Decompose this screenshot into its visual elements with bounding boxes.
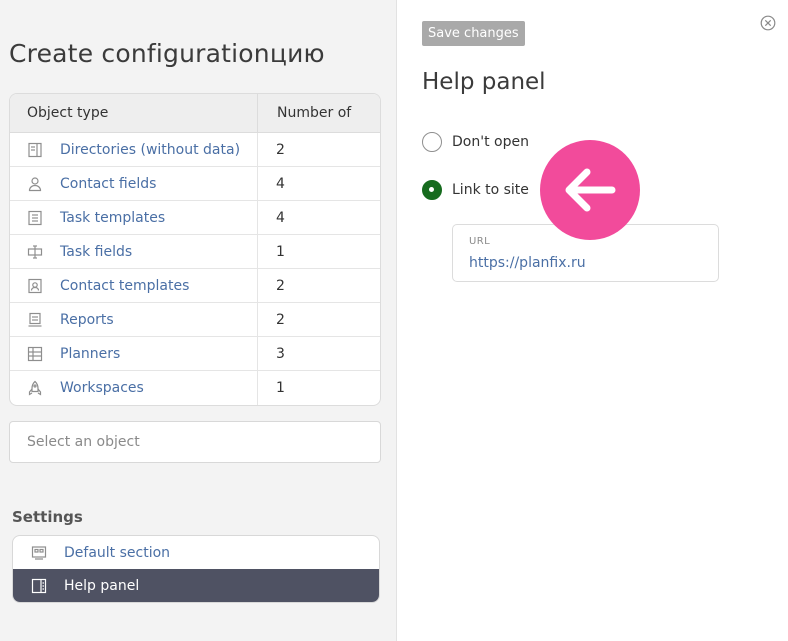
directory-icon [27, 142, 43, 158]
task-template-icon [27, 210, 43, 226]
column-header-object-type: Object type [10, 94, 258, 132]
object-link-planners[interactable]: Planners [60, 346, 120, 362]
table-row: Directories (without data) 2 [10, 133, 380, 167]
object-count: 4 [276, 210, 285, 226]
table-header: Object type Number of [10, 94, 380, 133]
url-field-label: URL [469, 236, 491, 247]
panel-title: Help panel [422, 69, 546, 95]
column-header-number-of: Number of [277, 105, 352, 121]
close-icon[interactable] [760, 15, 776, 31]
object-count: 2 [276, 142, 285, 158]
default-section-icon [31, 545, 47, 561]
url-input[interactable] [469, 255, 704, 271]
settings-heading: Settings [12, 508, 83, 526]
radio-dont-open[interactable]: Don't open [422, 132, 529, 152]
object-link-task-fields[interactable]: Task fields [60, 244, 132, 260]
radio-label: Don't open [452, 134, 529, 150]
radio-label: Link to site [452, 182, 529, 198]
select-object-dropdown[interactable]: Select an object [9, 421, 381, 463]
table-row: Task fields 1 [10, 235, 380, 269]
table-row: Workspaces 1 [10, 371, 380, 405]
object-link-directories[interactable]: Directories (without data) [60, 142, 240, 158]
settings-item-default-section[interactable]: Default section [13, 536, 379, 569]
object-count: 1 [276, 244, 285, 260]
contact-template-icon [27, 278, 43, 294]
object-link-workspaces[interactable]: Workspaces [60, 380, 144, 396]
settings-item-label: Help panel [64, 577, 140, 594]
object-count: 3 [276, 346, 285, 362]
help-panel-icon [31, 578, 47, 594]
table-row: Reports 2 [10, 303, 380, 337]
radio-button-checked[interactable] [422, 180, 442, 200]
radio-button[interactable] [422, 132, 442, 152]
settings-list: Default section Help panel [12, 535, 380, 603]
report-icon [27, 312, 43, 328]
object-link-reports[interactable]: Reports [60, 312, 114, 328]
table-row: Contact templates 2 [10, 269, 380, 303]
object-count: 2 [276, 278, 285, 294]
save-changes-button[interactable]: Save changes [422, 21, 525, 46]
arrow-left-icon [540, 140, 640, 240]
help-panel-settings: Save changes Help panel Don't open Link … [397, 0, 788, 641]
task-field-icon [27, 244, 43, 260]
object-count: 1 [276, 380, 285, 396]
object-type-table: Object type Number of Directories (witho… [9, 93, 381, 406]
settings-item-label: Default section [64, 544, 171, 561]
table-row: Contact fields 4 [10, 167, 380, 201]
workspace-icon [27, 380, 43, 396]
settings-item-help-panel[interactable]: Help panel [13, 569, 379, 602]
radio-link-to-site[interactable]: Link to site [422, 180, 529, 200]
object-count: 4 [276, 176, 285, 192]
object-link-contact-fields[interactable]: Contact fields [60, 176, 156, 192]
left-panel: Create configurationцию Object type Numb… [0, 0, 397, 641]
page-title: Create configurationцию [9, 39, 325, 68]
object-count: 2 [276, 312, 285, 328]
object-link-contact-templates[interactable]: Contact templates [60, 278, 189, 294]
contact-icon [27, 176, 43, 192]
table-row: Planners 3 [10, 337, 380, 371]
planner-icon [27, 346, 43, 362]
object-link-task-templates[interactable]: Task templates [60, 210, 165, 226]
table-row: Task templates 4 [10, 201, 380, 235]
